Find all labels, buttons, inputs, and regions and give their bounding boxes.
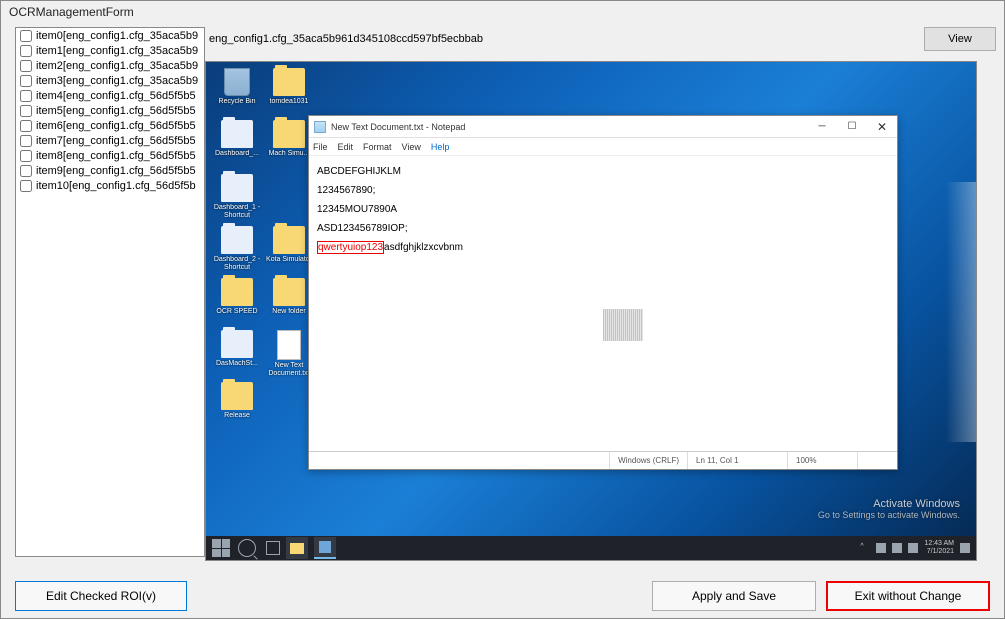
- item-label: item1[eng_config1.cfg_35aca5b9: [36, 45, 198, 57]
- item-label: item10[eng_config1.cfg_56d5f5b: [36, 180, 196, 192]
- notepad-editor[interactable]: ABCDEFGHIJKLM 1234567890; 12345MOU7890A …: [309, 156, 897, 451]
- text-line: 12345MOU7890A: [317, 200, 889, 219]
- text-line: 1234567890;: [317, 181, 889, 200]
- list-item[interactable]: item0[eng_config1.cfg_35aca5b9: [16, 28, 204, 43]
- item-checkbox[interactable]: [20, 105, 32, 117]
- list-item[interactable]: item1[eng_config1.cfg_35aca5b9: [16, 43, 204, 58]
- item-checkbox[interactable]: [20, 75, 32, 87]
- notepad-statusbar: Windows (CRLF) Ln 11, Col 1 100%: [309, 451, 897, 469]
- item-checkbox[interactable]: [20, 165, 32, 177]
- item-list: item0[eng_config1.cfg_35aca5b9 item1[eng…: [15, 27, 205, 557]
- menu-edit[interactable]: Edit: [338, 142, 354, 152]
- list-item[interactable]: item8[eng_config1.cfg_56d5f5b5: [16, 148, 204, 163]
- status-encoding: Windows (CRLF): [609, 452, 687, 469]
- list-item[interactable]: item10[eng_config1.cfg_56d5f5b: [16, 178, 204, 193]
- notepad-window: New Text Document.txt - Notepad ─ ☐ ✕ Fi…: [308, 115, 898, 470]
- item-label: item7[eng_config1.cfg_56d5f5b5: [36, 135, 196, 147]
- list-item[interactable]: item5[eng_config1.cfg_56d5f5b5: [16, 103, 204, 118]
- item-checkbox[interactable]: [20, 150, 32, 162]
- menu-format[interactable]: Format: [363, 142, 392, 152]
- list-item[interactable]: item4[eng_config1.cfg_56d5f5b5: [16, 88, 204, 103]
- item-checkbox[interactable]: [20, 120, 32, 132]
- folder-icon[interactable]: DasMachSt...: [212, 330, 262, 368]
- window-title: OCRManagementForm: [1, 1, 1004, 23]
- text-line: qwertyuiop123asdfghjklzxcvbnm: [317, 238, 889, 257]
- item-checkbox[interactable]: [20, 60, 32, 72]
- apply-save-button[interactable]: Apply and Save: [652, 581, 816, 611]
- item-checkbox[interactable]: [20, 30, 32, 42]
- maximize-button[interactable]: ☐: [837, 117, 867, 137]
- exit-without-change-button[interactable]: Exit without Change: [826, 581, 990, 611]
- list-item[interactable]: item3[eng_config1.cfg_35aca5b9: [16, 73, 204, 88]
- menu-file[interactable]: File: [313, 142, 328, 152]
- status-position: Ln 11, Col 1: [687, 452, 787, 469]
- item-checkbox[interactable]: [20, 90, 32, 102]
- taskbar-app-notepad[interactable]: [314, 537, 336, 559]
- config-path: eng_config1.cfg_35aca5b961d345108ccd597b…: [205, 33, 924, 45]
- folder-icon[interactable]: tomdea1031: [264, 68, 314, 106]
- folder-icon[interactable]: Release: [212, 382, 262, 420]
- start-button[interactable]: [212, 539, 230, 557]
- text-line: ASD123456789IOP;: [317, 219, 889, 238]
- list-item[interactable]: item9[eng_config1.cfg_56d5f5b5: [16, 163, 204, 178]
- notepad-title: New Text Document.txt - Notepad: [331, 122, 807, 132]
- watermark-icon: [603, 309, 643, 341]
- item-label: item0[eng_config1.cfg_35aca5b9: [36, 30, 198, 42]
- tray-notification-icon[interactable]: [960, 543, 970, 553]
- tray-network-icon[interactable]: [892, 543, 902, 553]
- tray-icon[interactable]: [876, 543, 886, 553]
- edit-roi-button[interactable]: Edit Checked ROI(v): [15, 581, 187, 611]
- preview-panel: Recycle Bin Dashboard_... Dashboard_1 - …: [205, 61, 977, 561]
- folder-icon[interactable]: Dashboard_...: [212, 120, 262, 158]
- taskbar-clock[interactable]: 12:43 AM 7/1/2021: [924, 540, 954, 555]
- menu-help[interactable]: Help: [431, 142, 450, 152]
- view-button[interactable]: View: [924, 27, 996, 51]
- item-label: item4[eng_config1.cfg_56d5f5b5: [36, 90, 196, 102]
- folder-icon[interactable]: Dashboard_2 - Shortcut: [212, 226, 262, 271]
- activate-windows-watermark: Activate Windows Go to Settings to activ…: [818, 498, 960, 520]
- item-label: item9[eng_config1.cfg_56d5f5b5: [36, 165, 196, 177]
- item-label: item3[eng_config1.cfg_35aca5b9: [36, 75, 198, 87]
- item-label: item2[eng_config1.cfg_35aca5b9: [36, 60, 198, 72]
- item-label: item6[eng_config1.cfg_56d5f5b5: [36, 120, 196, 132]
- recycle-bin-icon[interactable]: Recycle Bin: [212, 68, 262, 106]
- list-item[interactable]: item6[eng_config1.cfg_56d5f5b5: [16, 118, 204, 133]
- item-checkbox[interactable]: [20, 180, 32, 192]
- notepad-menu[interactable]: File Edit Format View Help: [309, 138, 897, 156]
- task-view-icon[interactable]: [266, 541, 280, 555]
- footer-bar: Edit Checked ROI(v) Apply and Save Exit …: [1, 574, 1004, 618]
- item-label: item8[eng_config1.cfg_56d5f5b5: [36, 150, 196, 162]
- search-icon[interactable]: [238, 539, 256, 557]
- tray-volume-icon[interactable]: [908, 543, 918, 553]
- folder-icon[interactable]: New folder: [264, 278, 314, 316]
- tray-chevron-icon[interactable]: ^: [860, 543, 870, 553]
- close-button[interactable]: ✕: [867, 117, 897, 137]
- text-line: ABCDEFGHIJKLM: [317, 162, 889, 181]
- folder-icon[interactable]: Kota Simulator: [264, 226, 314, 264]
- status-zoom: 100%: [787, 452, 857, 469]
- list-item[interactable]: item2[eng_config1.cfg_35aca5b9: [16, 58, 204, 73]
- minimize-button[interactable]: ─: [807, 117, 837, 137]
- folder-icon[interactable]: Dashboard_1 - Shortcut: [212, 174, 262, 219]
- notepad-app-icon: [314, 121, 326, 133]
- file-icon[interactable]: New Text Document.txt: [264, 330, 314, 377]
- item-checkbox[interactable]: [20, 135, 32, 147]
- item-label: item5[eng_config1.cfg_56d5f5b5: [36, 105, 196, 117]
- menu-view[interactable]: View: [402, 142, 421, 152]
- list-item[interactable]: item7[eng_config1.cfg_56d5f5b5: [16, 133, 204, 148]
- notepad-titlebar[interactable]: New Text Document.txt - Notepad ─ ☐ ✕: [309, 116, 897, 138]
- taskbar[interactable]: ^ 12:43 AM 7/1/2021: [206, 536, 976, 560]
- folder-icon[interactable]: Mach Simu...: [264, 120, 314, 158]
- folder-icon[interactable]: OCR SPEED: [212, 278, 262, 316]
- roi-highlight: qwertyuiop123: [317, 241, 384, 254]
- taskbar-app-explorer[interactable]: [286, 537, 308, 559]
- item-checkbox[interactable]: [20, 45, 32, 57]
